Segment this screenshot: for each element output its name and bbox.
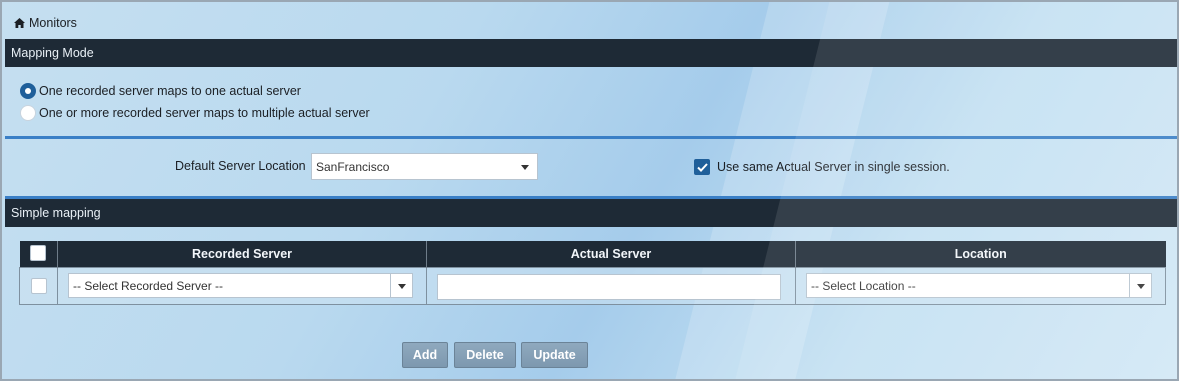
simple-mapping-header: Simple mapping [5,199,1177,227]
column-header-actual-server[interactable]: Actual Server [426,241,796,268]
same-session-checkbox[interactable] [694,159,710,175]
location-placeholder: -- Select Location -- [811,278,916,293]
select-all-header [19,241,58,268]
column-header-recorded-server[interactable]: Recorded Server [57,241,427,268]
column-header-location[interactable]: Location [795,241,1166,268]
actual-server-cell [426,267,796,305]
chevron-down-icon [521,164,529,170]
breadcrumb: Monitors [14,16,77,30]
default-location-value: SanFrancisco [316,159,390,174]
monitors-panel: Monitors Mapping Mode One recorded serve… [0,0,1179,381]
radio-one-to-one[interactable]: One recorded server maps to one actual s… [20,83,301,99]
checkmark-icon [696,162,708,172]
location-select[interactable]: -- Select Location -- [806,273,1152,298]
update-button[interactable]: Update [521,342,588,368]
recorded-server-select[interactable]: -- Select Recorded Server -- [68,273,413,298]
default-location-label: Default Server Location [175,159,306,173]
dropdown-toggle[interactable] [1129,274,1151,297]
radio-one-to-many[interactable]: One or more recorded server maps to mult… [20,105,370,121]
delete-button[interactable]: Delete [454,342,516,368]
same-session-option[interactable]: Use same Actual Server in single session… [694,159,950,175]
breadcrumb-label[interactable]: Monitors [29,16,77,30]
recorded-server-placeholder: -- Select Recorded Server -- [73,278,224,293]
row-checkbox[interactable] [31,278,47,294]
mapping-table: Recorded Server Actual Server Location -… [19,241,1166,305]
radio-button[interactable] [20,105,36,121]
dropdown-toggle[interactable] [390,274,412,297]
add-button[interactable]: Add [402,342,448,368]
recorded-server-cell: -- Select Recorded Server -- [57,267,427,305]
home-icon[interactable] [14,18,25,28]
select-all-checkbox[interactable] [30,244,47,261]
section-divider [5,136,1177,139]
radio-label: One or more recorded server maps to mult… [39,106,370,120]
location-cell: -- Select Location -- [795,267,1166,305]
mapping-mode-header: Mapping Mode [5,39,1177,67]
radio-label: One recorded server maps to one actual s… [39,84,301,98]
table-header-row: Recorded Server Actual Server Location [19,241,1166,268]
table-row: -- Select Recorded Server -- -- Select L… [19,267,1166,305]
same-session-label: Use same Actual Server in single session… [717,160,950,174]
actual-server-input[interactable] [437,274,781,300]
radio-button-checked[interactable] [20,83,36,99]
default-location-select[interactable]: SanFrancisco [311,153,538,180]
chevron-down-icon [1137,283,1145,289]
row-select-cell [19,267,58,305]
chevron-down-icon [398,283,406,289]
